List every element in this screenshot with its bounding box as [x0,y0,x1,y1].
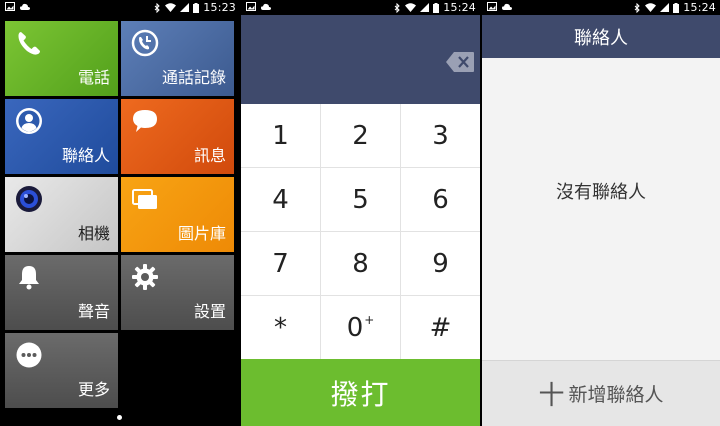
contacts-screen: 15:24 聯絡人 沒有聯絡人 十 新增聯絡人 [482,0,720,426]
tile-sound[interactable]: 聲音 [5,255,118,330]
key-0[interactable]: 0 + [321,296,401,359]
wifi-icon [405,3,417,12]
key-5[interactable]: 5 [321,168,401,232]
tile-label: 聯絡人 [61,146,110,165]
contacts-title-bar: 聯絡人 [482,15,720,58]
key-hash[interactable]: # [401,296,480,359]
tile-label: 相機 [77,224,110,243]
key-7[interactable]: 7 [241,232,321,296]
image-notification-icon [246,2,256,11]
dial-keypad: 1 2 3 4 5 6 7 8 9 * 0 + # [241,104,480,359]
call-log-icon [131,29,159,57]
tile-label: 通話記錄 [161,68,226,87]
gear-icon [132,264,158,290]
tile-phone[interactable]: 電話 [5,21,118,96]
call-button[interactable]: 撥打 [241,359,480,426]
key-9[interactable]: 9 [401,232,480,296]
cloud-notification-icon [261,3,271,10]
signal-icon [180,3,190,12]
contact-person-icon [16,108,42,134]
key-6[interactable]: 6 [401,168,480,232]
bluetooth-icon [634,2,641,13]
key-1[interactable]: 1 [241,104,321,168]
message-bubble-icon [133,110,157,132]
battery-icon [433,2,440,13]
gallery-icon [132,189,157,209]
tile-label: 電話 [77,68,110,87]
key-3[interactable]: 3 [401,104,480,168]
contacts-list: 沒有聯絡人 [482,58,720,360]
add-contact-label: 新增聯絡人 [568,384,664,406]
signal-icon [420,3,430,12]
cloud-notification-icon [502,3,512,10]
battery-icon [673,2,680,13]
signal-icon [660,3,670,12]
dialer-screen: 15:24 1 2 3 4 5 6 7 8 9 * 0 + # 撥打 [241,0,480,426]
tile-label: 訊息 [193,146,226,165]
launcher-screen: 15:23 電話 通話記錄 聯絡人 訊息 相機 圖片庫 聲音 設置 更多 [0,0,240,426]
plus-icon: 十 [538,381,565,411]
add-contact-button[interactable]: 十 新增聯絡人 [482,360,720,426]
tile-label: 設置 [193,302,226,321]
tile-settings[interactable]: 設置 [121,255,234,330]
key-star[interactable]: * [241,296,321,359]
tile-label: 聲音 [77,302,110,321]
page-title: 聯絡人 [574,27,628,49]
tile-label: 圖片庫 [177,224,226,243]
tile-messages[interactable]: 訊息 [121,99,234,174]
camera-lens-icon [16,186,42,212]
key-2[interactable]: 2 [321,104,401,168]
tile-camera[interactable]: 相機 [5,177,118,252]
phone-icon [18,32,40,55]
status-bar: 15:23 [0,0,240,15]
status-bar: 15:24 [482,0,720,15]
more-dots-icon [16,342,42,368]
bell-icon [19,266,39,290]
tile-contacts[interactable]: 聯絡人 [5,99,118,174]
tile-more[interactable]: 更多 [5,333,118,408]
tile-label: 更多 [77,380,110,399]
image-notification-icon [487,2,497,11]
page-indicator-dot [117,415,122,420]
tile-gallery[interactable]: 圖片庫 [121,177,234,252]
key-0-plus: + [364,312,375,327]
status-bar: 15:24 [241,0,480,15]
status-time: 15:23 [203,1,236,14]
key-8[interactable]: 8 [321,232,401,296]
cloud-notification-icon [20,3,30,10]
key-4[interactable]: 4 [241,168,321,232]
battery-icon [193,2,200,13]
dial-number-display[interactable] [241,15,480,104]
status-time: 15:24 [443,1,476,14]
status-time: 15:24 [683,1,716,14]
empty-state-message: 沒有聯絡人 [556,182,646,203]
bluetooth-icon [394,2,401,13]
image-notification-icon [5,2,15,11]
bluetooth-icon [154,2,161,13]
backspace-icon[interactable] [445,51,475,73]
tile-call-log[interactable]: 通話記錄 [121,21,234,96]
wifi-icon [645,3,657,12]
wifi-icon [165,3,177,12]
